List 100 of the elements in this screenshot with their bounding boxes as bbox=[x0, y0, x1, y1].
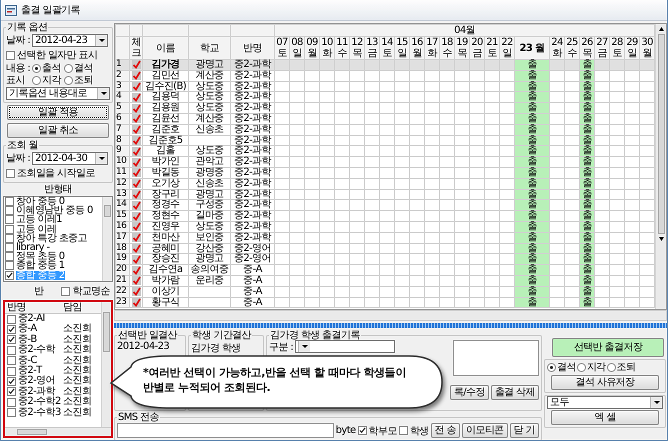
check-icon[interactable] bbox=[132, 254, 140, 264]
checkbox[interactable] bbox=[5, 206, 14, 216]
checkbox[interactable] bbox=[7, 366, 16, 376]
table-row[interactable]: 9 김홀 상도중 중2-과학 출 출 bbox=[116, 146, 655, 157]
table-row[interactable]: 13 장구리 광명고 중2-과학 출 출 bbox=[116, 189, 655, 200]
list-item[interactable]: library - bbox=[4, 242, 102, 252]
table-row[interactable]: 12 오기상 신송초 중2-과학 출 출 bbox=[116, 178, 655, 190]
check-icon[interactable] bbox=[132, 125, 140, 134]
checkbox[interactable] bbox=[7, 356, 16, 366]
table-row[interactable]: 14 정경수 구성중 중2-과학 출 출 bbox=[116, 200, 655, 211]
checkbox[interactable] bbox=[6, 50, 15, 60]
note-field[interactable] bbox=[453, 340, 539, 376]
table-row[interactable]: 19 장승진 광명고 중2-영어 출 출 bbox=[116, 254, 655, 265]
checkbox[interactable] bbox=[61, 286, 70, 296]
radio-button[interactable] bbox=[64, 76, 73, 85]
date-picker[interactable]: 2012-04-30 bbox=[32, 152, 108, 164]
table-row[interactable]: 6 김윤선 계산중 중2-과학 출 출 bbox=[116, 113, 655, 124]
sms-button[interactable]: 닫 기 bbox=[510, 423, 539, 438]
checkbox[interactable] bbox=[7, 398, 16, 407]
table-row[interactable]: 8 김준호5 중2-과학 출 출 bbox=[116, 135, 655, 146]
checkbox[interactable] bbox=[7, 377, 16, 386]
radio-button[interactable] bbox=[64, 64, 73, 73]
message-field[interactable] bbox=[117, 423, 334, 438]
table-row[interactable]: 18 공혜미 강산중 중2-영어 출 출 bbox=[116, 243, 655, 254]
checkbox[interactable] bbox=[5, 252, 14, 262]
checkbox[interactable] bbox=[6, 168, 15, 178]
batch-button[interactable]: 일괄 적용 bbox=[7, 105, 109, 120]
check-icon[interactable] bbox=[132, 287, 140, 296]
reason-save-button[interactable]: 결석 사유저장 bbox=[551, 375, 659, 390]
list-item[interactable]: 고등 이레 bbox=[4, 224, 102, 234]
radio-button[interactable] bbox=[32, 64, 42, 73]
checkbox[interactable] bbox=[5, 243, 14, 252]
table-row[interactable]: 10 박가인 관악고 중2-과학 출 출 bbox=[116, 156, 655, 168]
radio-button[interactable] bbox=[32, 76, 42, 85]
table-row[interactable]: 1 김가경 광명고 중2-과학 출 출 bbox=[116, 60, 655, 70]
excel-button[interactable]: 엑 셀 bbox=[551, 410, 659, 425]
check-icon[interactable] bbox=[132, 179, 140, 188]
checkbox[interactable] bbox=[7, 387, 16, 396]
sms-button[interactable]: 전 송 bbox=[430, 423, 460, 438]
table-row[interactable]: 11 박길동 광명중 중2-과학 출 출 bbox=[116, 167, 655, 178]
list-item[interactable]: 종합 중등 1 bbox=[4, 261, 102, 270]
list-item[interactable]: 이혜영남반 중등 0 bbox=[4, 206, 102, 216]
checkbox[interactable] bbox=[358, 426, 367, 435]
table-row[interactable]: 21 박가람 운리중 중-A 출 출 bbox=[116, 275, 655, 286]
check-icon[interactable] bbox=[132, 276, 140, 286]
table-row[interactable]: 23 황구식 중-A 출 출 bbox=[116, 297, 655, 308]
filter-dropdown[interactable]: 모두 bbox=[547, 396, 663, 409]
check-icon[interactable] bbox=[132, 233, 140, 242]
table-row[interactable]: 5 김용원 상도중 중2-과학 출 출 bbox=[116, 102, 655, 114]
date-picker[interactable]: 2012-04-23 bbox=[32, 34, 108, 46]
checkbox[interactable] bbox=[7, 335, 16, 344]
checkbox[interactable] bbox=[7, 346, 16, 355]
save-button[interactable]: 선택반 출결저장 bbox=[552, 338, 664, 357]
batch-button[interactable]: 일괄 취소 bbox=[7, 123, 109, 138]
scrollbar[interactable] bbox=[101, 302, 111, 427]
check-icon[interactable] bbox=[132, 212, 140, 221]
check-icon[interactable] bbox=[132, 168, 140, 178]
radio-button[interactable] bbox=[576, 362, 586, 372]
check-icon[interactable] bbox=[132, 60, 140, 70]
category-dropdown[interactable] bbox=[295, 340, 396, 353]
check-icon[interactable] bbox=[132, 104, 140, 113]
check-icon[interactable] bbox=[132, 266, 140, 275]
scrollbar[interactable] bbox=[655, 24, 666, 309]
list-item[interactable]: 창아 특강 초중고 bbox=[4, 234, 102, 243]
radio-button[interactable] bbox=[606, 362, 616, 372]
mode-dropdown[interactable]: 기록옵션 내용대로 bbox=[6, 87, 110, 100]
checkbox[interactable] bbox=[5, 270, 14, 280]
list-item[interactable]: 고등 이레1 bbox=[4, 215, 102, 225]
record-button[interactable]: 출결 삭제 bbox=[490, 385, 539, 400]
checkbox[interactable] bbox=[5, 215, 14, 224]
checkbox[interactable] bbox=[5, 261, 14, 270]
checkbox[interactable] bbox=[5, 197, 14, 206]
sms-button[interactable]: 이모티콘 bbox=[462, 423, 508, 438]
checkbox[interactable] bbox=[5, 224, 14, 234]
check-icon[interactable] bbox=[132, 158, 140, 167]
column-header[interactable]: 담임 bbox=[63, 302, 101, 313]
checkbox[interactable] bbox=[7, 314, 16, 324]
check-icon[interactable] bbox=[132, 222, 140, 232]
table-row[interactable]: 4 김용덕 상도중 중2-과학 출 출 bbox=[116, 92, 655, 103]
list-item[interactable]: 정목 초등 0 bbox=[4, 252, 102, 262]
scrollbar[interactable] bbox=[114, 310, 667, 321]
table-row[interactable]: 16 진영우 상도중 중2-과학 출 출 bbox=[116, 221, 655, 232]
day-header[interactable]: 23 월 bbox=[514, 36, 550, 60]
table-row[interactable]: 22 이상기 중-A 출 출 bbox=[116, 286, 655, 298]
table-row[interactable]: 7 김준호 신송초 중2-과학 출 출 bbox=[116, 124, 655, 136]
check-icon[interactable] bbox=[132, 146, 140, 156]
column-header[interactable]: 반명 bbox=[5, 302, 63, 313]
table-row[interactable]: 2 김민선 계산중 중2-과학 출 출 bbox=[116, 70, 655, 82]
table-row[interactable]: 17 천마산 보인중 중2-과학 출 출 bbox=[116, 232, 655, 244]
checkbox[interactable] bbox=[7, 408, 16, 418]
check-icon[interactable] bbox=[132, 200, 140, 210]
scrollbar[interactable] bbox=[5, 427, 111, 436]
table-row[interactable]: 20 김수연a 송의여중 중-A 출 출 bbox=[116, 264, 655, 276]
table-row[interactable]: 15 정현수 길마중 중2-과학 출 출 bbox=[116, 210, 655, 222]
checkbox[interactable] bbox=[7, 325, 16, 334]
checkbox[interactable] bbox=[398, 426, 408, 435]
list-item[interactable]: 창아 중등 0 bbox=[4, 197, 102, 206]
radio-button[interactable] bbox=[547, 362, 556, 372]
arrow-up-icon[interactable] bbox=[658, 26, 666, 32]
record-button[interactable]: 록/수정 bbox=[450, 385, 489, 400]
